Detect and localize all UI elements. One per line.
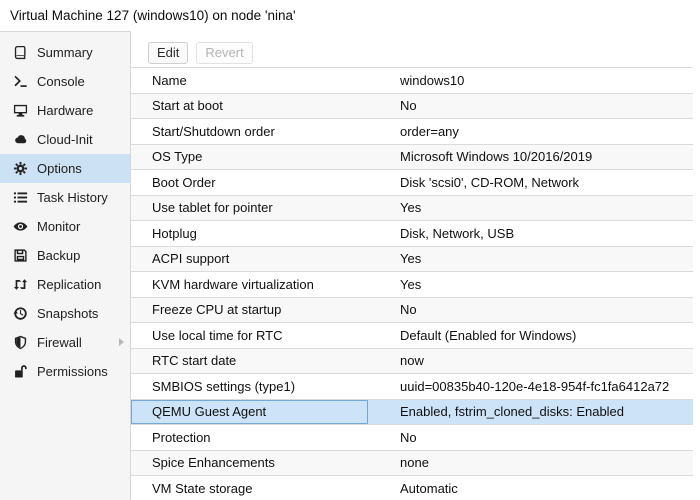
gear-icon — [13, 161, 28, 176]
edit-button[interactable]: Edit — [148, 42, 188, 64]
sidebar-item-label: Firewall — [37, 335, 82, 350]
retweet-icon — [13, 277, 28, 292]
sidebar-item-label: Monitor — [37, 219, 80, 234]
option-name: Start at boot — [131, 94, 368, 119]
table-row[interactable]: Freeze CPU at startup No — [131, 298, 693, 324]
sidebar-item-options[interactable]: Options — [0, 154, 130, 183]
revert-button[interactable]: Revert — [196, 42, 252, 64]
sidebar-item-snapshots[interactable]: Snapshots — [0, 299, 130, 328]
option-value: No — [368, 425, 693, 450]
option-name: Protection — [131, 425, 368, 450]
sidebar-item-label: Backup — [37, 248, 80, 263]
sidebar-item-console[interactable]: Console — [0, 67, 130, 96]
table-row[interactable]: RTC start date now — [131, 349, 693, 375]
option-name: SMBIOS settings (type1) — [131, 374, 368, 399]
eye-icon — [13, 219, 28, 234]
option-value: No — [368, 94, 693, 119]
option-name: OS Type — [131, 145, 368, 170]
option-value: none — [368, 451, 693, 476]
sidebar-item-firewall[interactable]: Firewall — [0, 328, 130, 357]
option-name: RTC start date — [131, 349, 368, 374]
shield-icon — [13, 335, 28, 350]
sidebar-item-summary[interactable]: Summary — [0, 38, 130, 67]
table-row[interactable]: Protection No — [131, 425, 693, 451]
options-grid: Name windows10 Start at boot No Start/Sh… — [131, 67, 693, 500]
option-name: Use local time for RTC — [131, 323, 368, 348]
option-name: Use tablet for pointer — [131, 196, 368, 221]
table-row[interactable]: VM State storage Automatic — [131, 476, 693, 500]
sidebar-item-label: Console — [37, 74, 85, 89]
floppy-icon — [13, 248, 28, 263]
option-name: Name — [131, 68, 368, 93]
list-icon — [13, 190, 28, 205]
option-name: Hotplug — [131, 221, 368, 246]
history-icon — [13, 306, 28, 321]
page-title: Virtual Machine 127 (windows10) on node … — [0, 0, 700, 31]
table-row[interactable]: Start/Shutdown order order=any — [131, 119, 693, 145]
option-value: Default (Enabled for Windows) — [368, 323, 693, 348]
option-name: KVM hardware virtualization — [131, 272, 368, 297]
sidebar-item-label: Summary — [37, 45, 93, 60]
option-name: ACPI support — [131, 247, 368, 272]
sidebar-item-cloud-init[interactable]: Cloud-Init — [0, 125, 130, 154]
option-value: uuid=00835b40-120e-4e18-954f-fc1fa6412a7… — [368, 374, 693, 399]
options-toolbar: Edit Revert — [131, 31, 700, 67]
table-row[interactable]: Spice Enhancements none — [131, 451, 693, 477]
book-icon — [13, 45, 28, 60]
option-value: No — [368, 298, 693, 323]
table-row[interactable]: KVM hardware virtualization Yes — [131, 272, 693, 298]
unlock-icon — [13, 364, 28, 379]
cloud-icon — [13, 132, 28, 147]
terminal-icon — [13, 74, 28, 89]
table-row[interactable]: ACPI support Yes — [131, 247, 693, 273]
option-name: VM State storage — [131, 476, 368, 500]
table-row-selected[interactable]: QEMU Guest Agent Enabled, fstrim_cloned_… — [131, 400, 693, 426]
sidebar-item-label: Options — [37, 161, 82, 176]
option-value: now — [368, 349, 693, 374]
option-name: QEMU Guest Agent — [131, 400, 368, 425]
sidebar-item-backup[interactable]: Backup — [0, 241, 130, 270]
sidebar-item-label: Permissions — [37, 364, 108, 379]
option-name: Boot Order — [131, 170, 368, 195]
sidebar-item-task-history[interactable]: Task History — [0, 183, 130, 212]
option-name: Spice Enhancements — [131, 451, 368, 476]
sidebar-item-hardware[interactable]: Hardware — [0, 96, 130, 125]
sidebar-item-replication[interactable]: Replication — [0, 270, 130, 299]
option-value: Yes — [368, 247, 693, 272]
sidebar-item-monitor[interactable]: Monitor — [0, 212, 130, 241]
table-row[interactable]: Start at boot No — [131, 94, 693, 120]
option-value: Disk, Network, USB — [368, 221, 693, 246]
table-row[interactable]: SMBIOS settings (type1) uuid=00835b40-12… — [131, 374, 693, 400]
option-value: Yes — [368, 272, 693, 297]
sidebar: Summary Console Hardware Cloud-Init Opti… — [0, 31, 131, 500]
option-name: Freeze CPU at startup — [131, 298, 368, 323]
option-name: Start/Shutdown order — [131, 119, 368, 144]
main-layout: Summary Console Hardware Cloud-Init Opti… — [0, 31, 700, 500]
option-value: Disk 'scsi0', CD-ROM, Network — [368, 170, 693, 195]
option-value: Automatic — [368, 476, 693, 500]
option-value: Enabled, fstrim_cloned_disks: Enabled — [368, 400, 693, 425]
sidebar-item-label: Hardware — [37, 103, 93, 118]
option-value: Yes — [368, 196, 693, 221]
table-row[interactable]: OS Type Microsoft Windows 10/2016/2019 — [131, 145, 693, 171]
table-row[interactable]: Name windows10 — [131, 68, 693, 94]
sidebar-item-label: Snapshots — [37, 306, 98, 321]
table-row[interactable]: Hotplug Disk, Network, USB — [131, 221, 693, 247]
table-row[interactable]: Use local time for RTC Default (Enabled … — [131, 323, 693, 349]
table-row[interactable]: Boot Order Disk 'scsi0', CD-ROM, Network — [131, 170, 693, 196]
sidebar-item-permissions[interactable]: Permissions — [0, 357, 130, 386]
chevron-right-icon — [119, 338, 124, 346]
table-row[interactable]: Use tablet for pointer Yes — [131, 196, 693, 222]
sidebar-item-label: Replication — [37, 277, 101, 292]
option-value: windows10 — [368, 68, 693, 93]
sidebar-item-label: Cloud-Init — [37, 132, 93, 147]
options-panel: Edit Revert Name windows10 Start at boot… — [131, 31, 700, 500]
desktop-icon — [13, 103, 28, 118]
sidebar-item-label: Task History — [37, 190, 108, 205]
option-value: Microsoft Windows 10/2016/2019 — [368, 145, 693, 170]
option-value: order=any — [368, 119, 693, 144]
